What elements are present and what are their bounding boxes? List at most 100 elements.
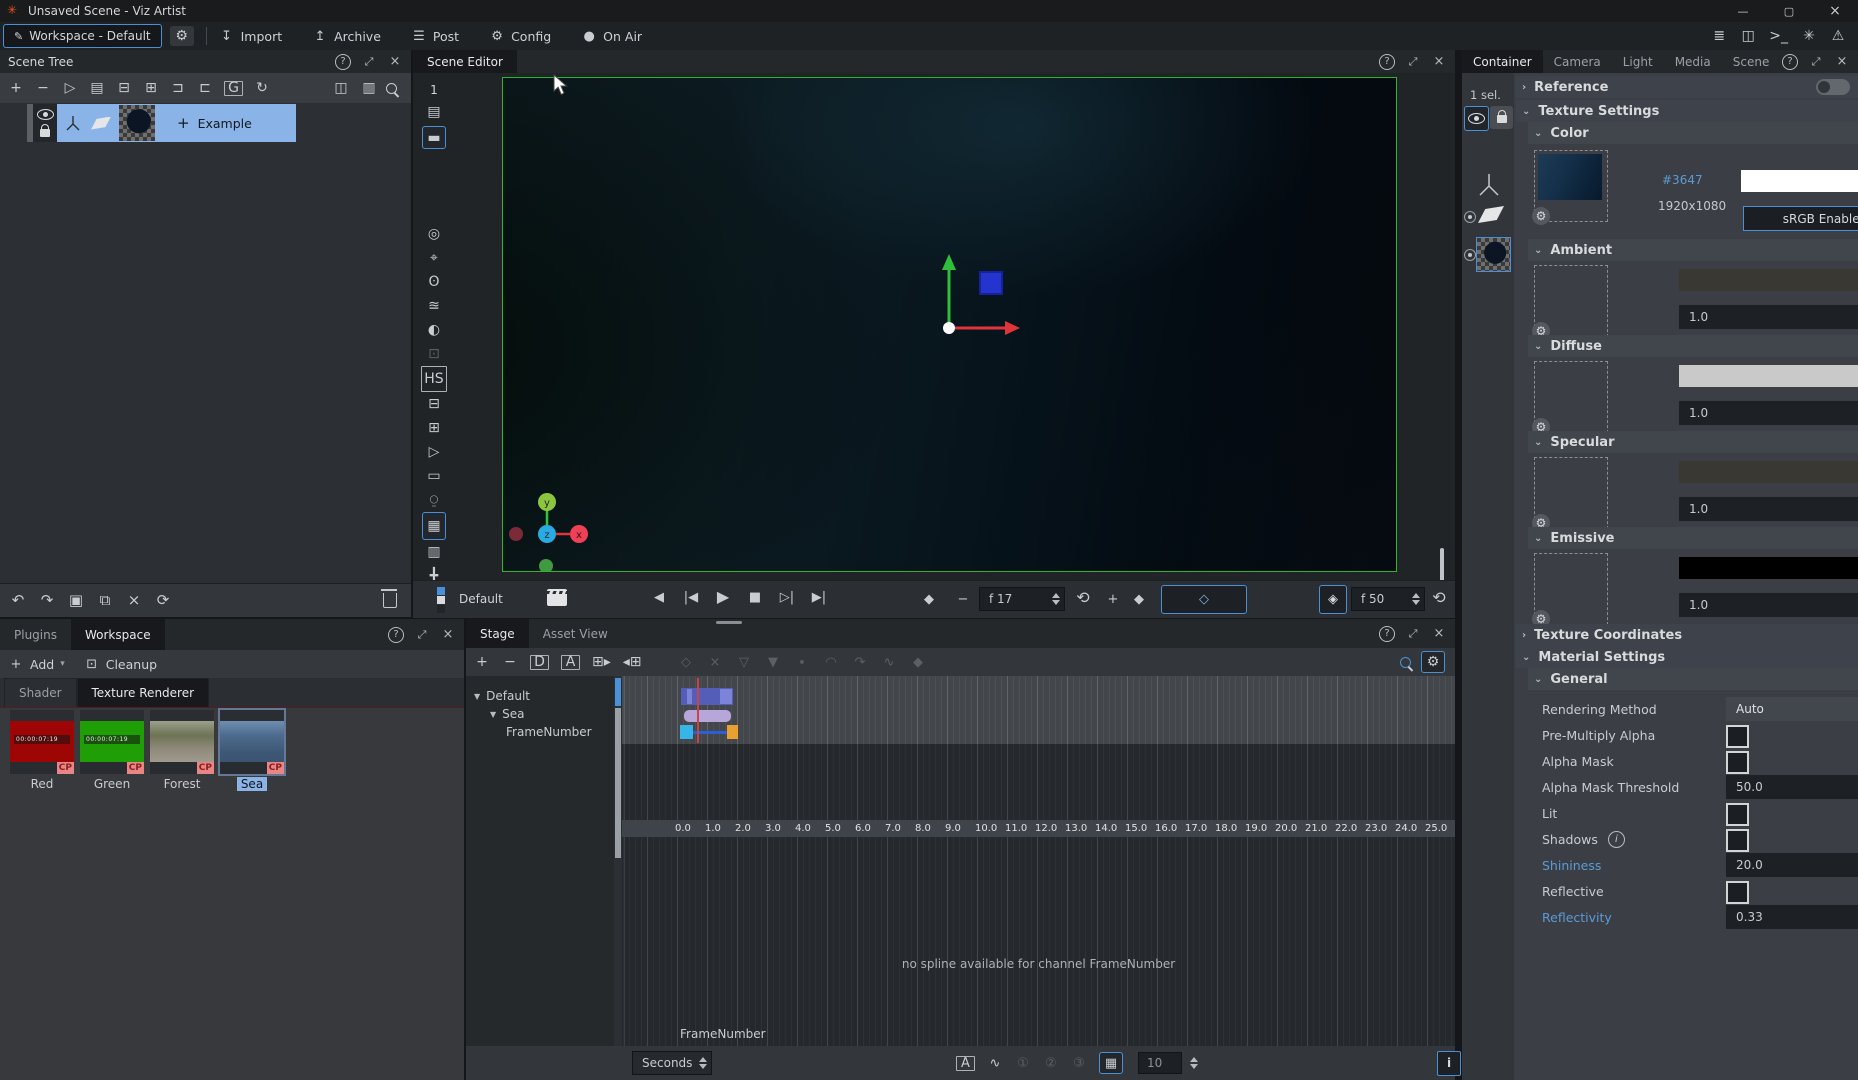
group-icon[interactable]: G (224, 81, 243, 96)
row-reflective-checkbox[interactable] (1726, 881, 1749, 904)
console-icon[interactable]: >_ (1769, 27, 1788, 45)
stop-button[interactable]: ■ (747, 588, 763, 606)
monitor-icon[interactable]: ⊟ (426, 392, 442, 416)
tab-workspace[interactable]: Workspace (71, 619, 165, 650)
section-texture-coordinates[interactable]: › Texture Coordinates (1516, 624, 1858, 646)
range-minus-button[interactable]: − (955, 590, 971, 608)
keyframe-end[interactable] (727, 725, 738, 739)
drag-handle[interactable] (716, 621, 742, 624)
row-rendering-method-select[interactable]: Auto (1726, 697, 1858, 721)
tab-camera[interactable]: Camera (1543, 50, 1612, 73)
out-frame-stepper[interactable] (1408, 593, 1424, 605)
channel-value-field[interactable]: 1.0 (1679, 401, 1858, 425)
asset-label[interactable]: Forest (150, 777, 214, 791)
play-view-icon[interactable]: ▷ (426, 440, 442, 464)
key-linear-icon[interactable]: ∙ (794, 653, 810, 671)
expand-icon[interactable]: ⤢ (414, 627, 430, 643)
spline-view-icon[interactable]: ∿ (987, 1054, 1003, 1072)
help-icon[interactable]: ? (335, 54, 351, 70)
tree-label[interactable]: Default (486, 689, 530, 703)
expand-icon[interactable]: ⤢ (361, 54, 377, 70)
update-mode-button[interactable]: ◈ (1319, 585, 1347, 614)
close-button[interactable]: × (1812, 0, 1858, 22)
in-frame-stepper[interactable] (1048, 593, 1064, 605)
expand-icon[interactable]: ⤢ (1808, 54, 1824, 70)
filter-icon[interactable]: ▽ (736, 653, 752, 671)
jump-in-icon[interactable]: ⊞▸ (592, 653, 611, 671)
channel-framenumber[interactable]: FrameNumber (466, 724, 614, 740)
expand-icon[interactable]: ⤢ (1405, 54, 1421, 70)
trash-icon[interactable] (383, 593, 397, 608)
scene-editor-tab[interactable]: Scene Editor (413, 50, 517, 73)
database-icon[interactable]: ≣ (1711, 27, 1727, 45)
rectangle-icon[interactable]: ▭ (426, 464, 442, 488)
view1-icon[interactable]: ① (1015, 1054, 1031, 1072)
renderer-profile-label[interactable]: Default (459, 592, 503, 606)
comment-icon[interactable]: ▤ (426, 102, 442, 121)
texture-slot[interactable]: ⚙ (1534, 361, 1608, 433)
to-start-button[interactable]: ◀ (651, 588, 667, 606)
texture-thumb-icon[interactable] (1476, 237, 1511, 272)
performance-icon[interactable]: ▥ (361, 79, 377, 97)
units-stepper[interactable] (695, 1057, 711, 1069)
section-texture-settings[interactable]: ⌄ Texture Settings (1516, 100, 1858, 122)
add-action-icon[interactable]: A (561, 655, 580, 670)
key-diamond-icon[interactable]: ◆ (910, 653, 926, 671)
light-icon[interactable]: ʘ (426, 270, 442, 294)
director-sea[interactable]: ▼Sea (466, 706, 614, 722)
add-director-icon[interactable]: D (530, 655, 549, 670)
move-out-icon[interactable]: ⊏ (197, 79, 213, 97)
add-icon[interactable]: + (474, 653, 490, 671)
undo-icon[interactable]: ↶ (10, 592, 26, 610)
key-smooth-icon[interactable]: ◠ (823, 653, 839, 671)
tab-scene[interactable]: Scene (1722, 50, 1781, 73)
row-reflectivity-field[interactable]: 0.33 (1726, 905, 1858, 929)
section-color[interactable]: ⌄ Color (1528, 122, 1858, 144)
asset-red[interactable]: 00:00:07:19CP (10, 710, 74, 774)
channel-swatch[interactable] (1679, 557, 1858, 579)
key-path-icon[interactable]: ↷ (852, 653, 868, 671)
tab-media[interactable]: Media (1664, 50, 1722, 73)
lock-toggle[interactable] (1490, 106, 1513, 129)
key-time-icon[interactable]: ◇ (678, 653, 694, 671)
menu-import[interactable]: ↧Import (219, 27, 283, 45)
tree-label[interactable]: FrameNumber (506, 725, 592, 739)
grid-icon[interactable]: ▦ (422, 512, 446, 540)
render-viewport[interactable]: y z x (502, 77, 1397, 572)
texture-id-link[interactable]: #3647 (1662, 173, 1703, 187)
menu-post[interactable]: ☰Post (411, 27, 459, 45)
channel-swatch[interactable] (1679, 269, 1858, 291)
loop2-icon[interactable]: ⟲ (1431, 589, 1447, 607)
search-icon[interactable] (386, 83, 397, 94)
tree-node-row[interactable]: + Example (27, 104, 296, 142)
color-texture-slot[interactable]: ⚙ (1534, 150, 1608, 222)
stage-tree-scrollbar[interactable] (614, 676, 622, 1046)
geometry-plane-icon[interactable] (1478, 206, 1504, 223)
camera-icon[interactable]: ◎ (426, 222, 442, 246)
keyframe-end-icon[interactable]: ◆ (1131, 590, 1147, 608)
zoom-box-icon[interactable]: ⊞ (426, 416, 442, 440)
channel-value-field[interactable]: 1.0 (1679, 497, 1858, 521)
texture-slot[interactable]: ⚙ (1534, 457, 1608, 529)
discard-icon[interactable]: × (126, 592, 142, 610)
book-icon[interactable]: ◫ (1740, 27, 1756, 45)
close-panel-icon[interactable]: × (440, 627, 456, 643)
tree-expander-icon[interactable]: ▼ (474, 692, 480, 701)
title-area-icon[interactable]: ▬ (422, 126, 446, 149)
menu-archive[interactable]: ↥Archive (312, 27, 381, 45)
collapse-tree-icon[interactable]: ⊞ (143, 79, 159, 97)
menu-config[interactable]: ⚙Config (489, 27, 551, 45)
time-ruler[interactable]: 0.01.02.03.04.05.06.07.08.09.010.011.012… (622, 820, 1455, 837)
units-select[interactable]: Seconds (632, 1051, 712, 1075)
channel-value-field[interactable]: 1.0 (1679, 593, 1858, 617)
geometry-radio[interactable] (1464, 211, 1476, 223)
step-forward-button[interactable]: ▷| (779, 588, 795, 606)
node-label[interactable]: Example (198, 116, 252, 131)
step-back-button[interactable]: |◀ (683, 588, 699, 606)
stage-settings-icon[interactable]: ⚙ (1421, 651, 1445, 673)
channel-value-field[interactable]: 1.0 (1679, 305, 1858, 329)
key-curve-icon[interactable]: ∿ (881, 653, 897, 671)
asset-label[interactable]: Red (10, 777, 74, 791)
asset-sea[interactable]: CP (220, 710, 284, 774)
view3-icon[interactable]: ③ (1071, 1054, 1087, 1072)
